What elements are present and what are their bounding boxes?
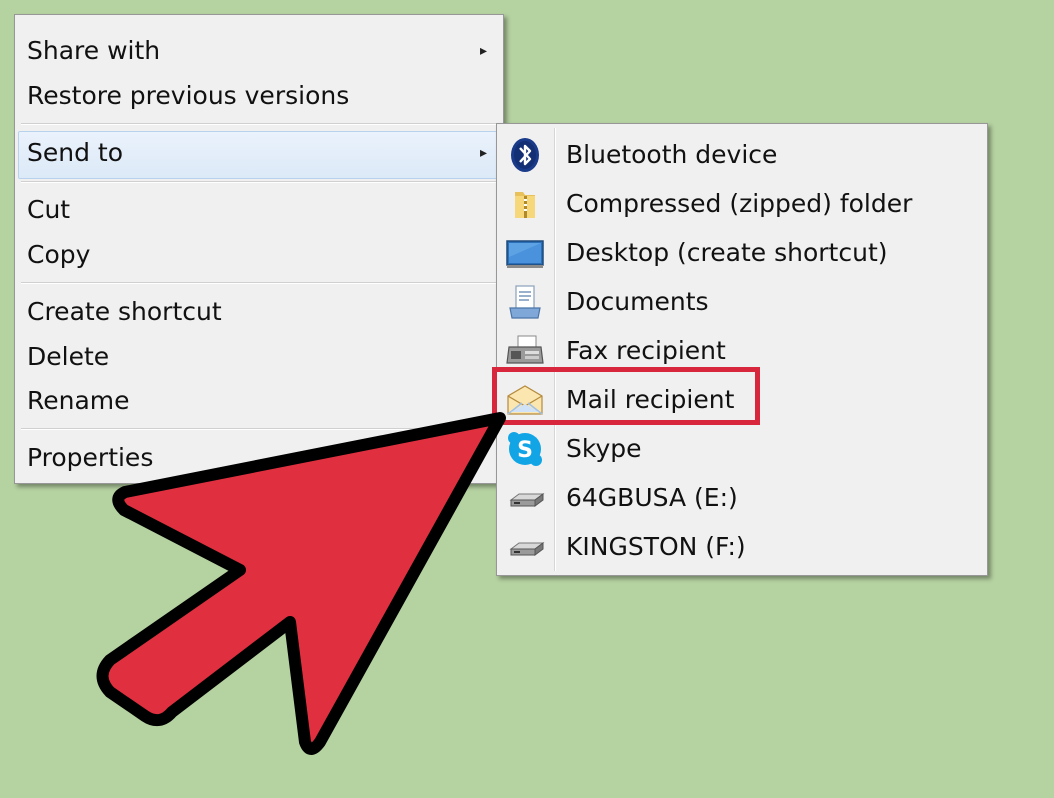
send-to-drive-f[interactable]: KINGSTON (F:) [497, 522, 987, 571]
send-to-documents[interactable]: Documents [497, 277, 987, 326]
send-to-item-label: Bluetooth device [566, 140, 778, 169]
send-to-skype[interactable]: S Skype [497, 424, 987, 473]
menu-item-label: Send to [27, 138, 124, 167]
drive-icon [505, 480, 545, 516]
menu-item-label: Delete [27, 342, 110, 371]
menu-item-restore-previous-versions[interactable]: Restore previous versions [27, 74, 503, 118]
submenu-arrow-icon: ▸ [479, 145, 487, 161]
send-to-item-label: Compressed (zipped) folder [566, 189, 913, 218]
menu-item-create-shortcut[interactable]: Create shortcut [27, 290, 503, 334]
menu-item-properties[interactable]: Properties [27, 436, 503, 480]
menu-item-delete[interactable]: Delete [27, 335, 503, 379]
menu-separator [21, 123, 497, 125]
menu-item-label: Rename [27, 386, 130, 415]
send-to-item-label: Skype [566, 434, 642, 463]
menu-item-label: Restore previous versions [27, 81, 350, 110]
menu-separator [21, 181, 497, 183]
send-to-bluetooth-device[interactable]: Bluetooth device [497, 130, 987, 179]
skype-icon: S [505, 431, 545, 467]
menu-item-label: Create shortcut [27, 297, 222, 326]
submenu-arrow-icon: ▸ [479, 43, 487, 59]
send-to-item-label: Desktop (create shortcut) [566, 238, 888, 267]
fax-icon [505, 333, 545, 369]
menu-item-send-to[interactable]: Send to ▸ [27, 131, 503, 175]
send-to-submenu: Bluetooth device Compressed (zipped) fol… [496, 123, 988, 576]
menu-item-label: Properties [27, 443, 154, 472]
menu-item-label: Share with [27, 36, 161, 65]
documents-icon [505, 284, 545, 320]
send-to-item-label: 64GBUSA (E:) [566, 483, 738, 512]
drive-icon [505, 529, 545, 565]
menu-item-cut[interactable]: Cut [27, 188, 503, 232]
mail-recipient-highlight-box [492, 367, 760, 425]
context-menu: Share with ▸ Restore previous versions S… [14, 14, 504, 484]
menu-item-label: Copy [27, 240, 91, 269]
send-to-drive-e[interactable]: 64GBUSA (E:) [497, 473, 987, 522]
desktop-icon [505, 235, 545, 271]
zip-folder-icon [505, 186, 545, 222]
menu-separator [21, 282, 497, 284]
send-to-compressed-folder[interactable]: Compressed (zipped) folder [497, 179, 987, 228]
menu-item-rename[interactable]: Rename [27, 379, 503, 423]
send-to-desktop[interactable]: Desktop (create shortcut) [497, 228, 987, 277]
send-to-item-label: Documents [566, 287, 709, 316]
menu-item-label: Cut [27, 195, 71, 224]
bluetooth-icon [505, 137, 545, 173]
menu-separator [21, 428, 497, 430]
menu-item-share-with[interactable]: Share with ▸ [27, 29, 503, 73]
send-to-item-label: KINGSTON (F:) [566, 532, 746, 561]
menu-item-copy[interactable]: Copy [27, 233, 503, 277]
svg-text:S: S [517, 438, 533, 463]
